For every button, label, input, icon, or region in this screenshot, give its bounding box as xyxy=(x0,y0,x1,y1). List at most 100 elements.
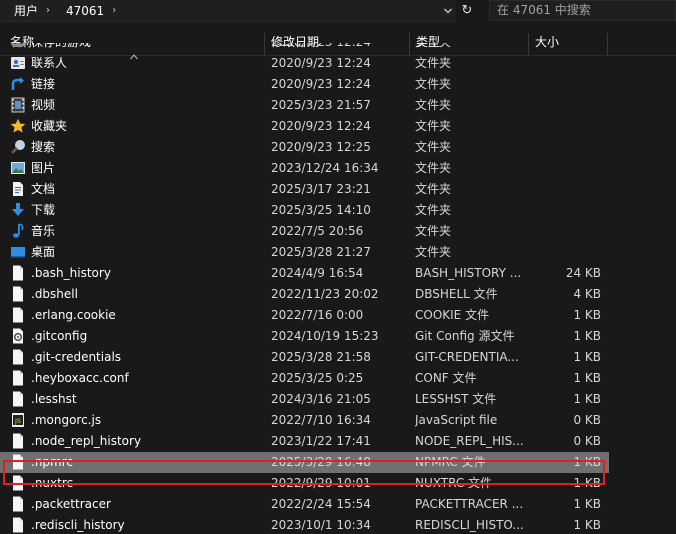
table-row[interactable]: 图片 2023/12/24 16:34 文件夹 xyxy=(0,158,609,179)
file-type: Git Config 源文件 xyxy=(415,329,515,343)
address-dropdown-button[interactable] xyxy=(441,1,455,20)
file-date: 2023/10/1 10:34 xyxy=(271,518,371,532)
table-row[interactable]: .lesshst 2024/3/16 21:05 LESSHST 文件 1 KB xyxy=(0,389,609,410)
file-size xyxy=(528,200,601,221)
refresh-button[interactable]: ↻ xyxy=(458,1,476,20)
file-name: 桌面 xyxy=(31,245,56,259)
file-icon xyxy=(10,433,28,450)
file-date: 2022/2/24 15:54 xyxy=(271,497,371,511)
file-date: 2020/9/23 12:24 xyxy=(271,56,371,70)
file-name: 链接 xyxy=(31,77,56,91)
table-row[interactable]: 链接 2020/9/23 12:24 文件夹 xyxy=(0,74,609,95)
chevron-down-icon xyxy=(444,8,452,13)
file-name: .git-credentials xyxy=(31,350,122,364)
file-date: 2025/3/29 16:48 xyxy=(271,455,371,469)
file-type: 文件夹 xyxy=(415,161,452,175)
file-date: 2025/3/28 21:58 xyxy=(271,350,371,364)
file-name: 文档 xyxy=(31,182,56,196)
file-size: 0 KB xyxy=(573,413,601,427)
file-name: .nuxtrc xyxy=(31,476,74,490)
saved-games-icon xyxy=(10,43,28,51)
file-type: CONF 文件 xyxy=(415,371,477,385)
table-row[interactable]: 视频 2025/3/23 21:57 文件夹 xyxy=(0,95,609,116)
table-row[interactable]: .nuxtrc 2022/9/29 10:01 NUXTRC 文件 1 KB xyxy=(0,473,609,494)
file-name: .dbshell xyxy=(31,287,78,301)
file-size: 24 KB xyxy=(565,266,601,280)
contacts-icon xyxy=(10,55,28,72)
file-size: 1 KB xyxy=(573,455,601,469)
file-size xyxy=(528,95,601,116)
file-icon xyxy=(10,517,28,534)
file-type: JavaScript file xyxy=(415,413,498,427)
file-type: BASH_HISTORY ... xyxy=(415,266,522,280)
breadcrumb-separator-icon[interactable]: › xyxy=(112,5,116,16)
file-size xyxy=(528,74,601,95)
table-row[interactable]: .git-credentials 2025/3/28 21:58 GIT-CREDE… xyxy=(0,347,609,368)
file-size: 1 KB xyxy=(573,392,601,406)
table-row[interactable]: 保存的游戏 2020/9/23 12:24 文件夹 xyxy=(0,43,609,53)
table-row[interactable]: 桌面 2025/3/28 21:27 文件夹 xyxy=(0,242,609,263)
table-row[interactable]: JS .mongorc.js 2022/7/10 16:34 JavaScript f… xyxy=(0,410,609,431)
breadcrumb-separator-icon[interactable]: › xyxy=(46,5,50,16)
file-date: 2020/9/23 12:24 xyxy=(271,119,371,133)
file-name: .lesshst xyxy=(31,392,77,406)
picture-icon xyxy=(10,160,28,177)
file-name: .npmrc xyxy=(31,455,73,469)
svg-text:JS: JS xyxy=(14,417,21,425)
file-type: 文件夹 xyxy=(415,77,452,91)
table-row[interactable]: .heyboxacc.conf 2025/3/25 0:25 CONF 文件 1 KB xyxy=(0,368,609,389)
file-icon xyxy=(10,454,28,471)
file-date: 2024/3/16 21:05 xyxy=(271,392,371,406)
file-size: 0 KB xyxy=(573,434,601,448)
search-input[interactable]: 在 47061 中搜索 xyxy=(489,0,676,21)
breadcrumb-user-folder[interactable]: 47061 xyxy=(66,4,104,18)
file-date: 2022/7/10 16:34 xyxy=(271,413,371,427)
file-icon xyxy=(10,496,28,513)
file-type: 文件夹 xyxy=(415,203,452,217)
table-row[interactable]: .dbshell 2022/11/23 20:02 DBSHELL 文件 4 KB xyxy=(0,284,609,305)
file-type: REDISCLI_HISTO... xyxy=(415,518,524,532)
file-size xyxy=(528,158,601,179)
table-row[interactable]: .bash_history 2024/4/9 16:54 BASH_HISTORY … xyxy=(0,263,609,284)
file-icon xyxy=(10,286,28,303)
table-row[interactable]: 文档 2025/3/17 23:21 文件夹 xyxy=(0,179,609,200)
file-list[interactable]: 保存的游戏2020/9/23 12:24文件夹联系人2020/9/23 12:2… xyxy=(0,43,676,534)
table-row[interactable]: .rediscli_history 2023/10/1 10:34 REDISCLI… xyxy=(0,515,609,534)
file-size xyxy=(528,43,601,53)
file-date: 2020/9/23 12:24 xyxy=(271,43,411,53)
file-type: 文件夹 xyxy=(415,98,452,112)
file-type: 文件夹 xyxy=(415,43,527,53)
table-row[interactable]: .erlang.cookie 2022/7/16 0:00 COOKIE 文件 1 K… xyxy=(0,305,609,326)
file-name: 搜索 xyxy=(31,140,56,154)
file-size xyxy=(528,242,601,263)
file-name: .erlang.cookie xyxy=(31,308,116,322)
file-name: 视频 xyxy=(31,98,56,112)
refresh-icon: ↻ xyxy=(461,3,473,18)
table-row[interactable]: .node_repl_history 2023/1/22 17:41 NODE_RE… xyxy=(0,431,609,452)
table-row[interactable]: 搜索 2020/9/23 12:25 文件夹 xyxy=(0,137,609,158)
table-row[interactable]: 音乐 2022/7/5 20:56 文件夹 xyxy=(0,221,609,242)
breadcrumb-users[interactable]: 用户 xyxy=(14,2,38,19)
file-date: 2024/4/9 16:54 xyxy=(271,266,364,280)
file-size: 1 KB xyxy=(573,329,601,343)
file-name: .node_repl_history xyxy=(31,434,142,448)
download-icon xyxy=(10,202,28,219)
file-size xyxy=(528,116,601,137)
file-type: 文件夹 xyxy=(415,56,452,70)
file-type: LESSHST 文件 xyxy=(415,392,497,406)
file-date: 2020/9/23 12:25 xyxy=(271,140,371,154)
table-row[interactable]: .packettracer 2022/2/24 15:54 PACKETTRACER… xyxy=(0,494,609,515)
table-row[interactable]: .gitconfig 2024/10/19 15:23 Git Config 源文件… xyxy=(0,326,609,347)
address-bar[interactable]: 用户 › 47061 › xyxy=(0,0,456,22)
file-name: 保存的游戏 xyxy=(31,43,263,53)
table-row[interactable]: 联系人 2020/9/23 12:24 文件夹 xyxy=(0,53,609,74)
file-name: .heyboxacc.conf xyxy=(31,371,129,385)
js-file-icon: JS xyxy=(10,412,28,429)
table-row[interactable]: 收藏夹 2020/9/23 12:24 文件夹 xyxy=(0,116,609,137)
file-type: PACKETTRACER ... xyxy=(415,497,524,511)
file-icon xyxy=(10,475,28,492)
table-row[interactable]: 下载 2025/3/25 14:10 文件夹 xyxy=(0,200,609,221)
file-date: 2023/1/22 17:41 xyxy=(271,434,371,448)
file-icon xyxy=(10,349,28,366)
table-row-selected[interactable]: .npmrc 2025/3/29 16:48 NPMRC 文件 1 KB xyxy=(0,452,609,473)
